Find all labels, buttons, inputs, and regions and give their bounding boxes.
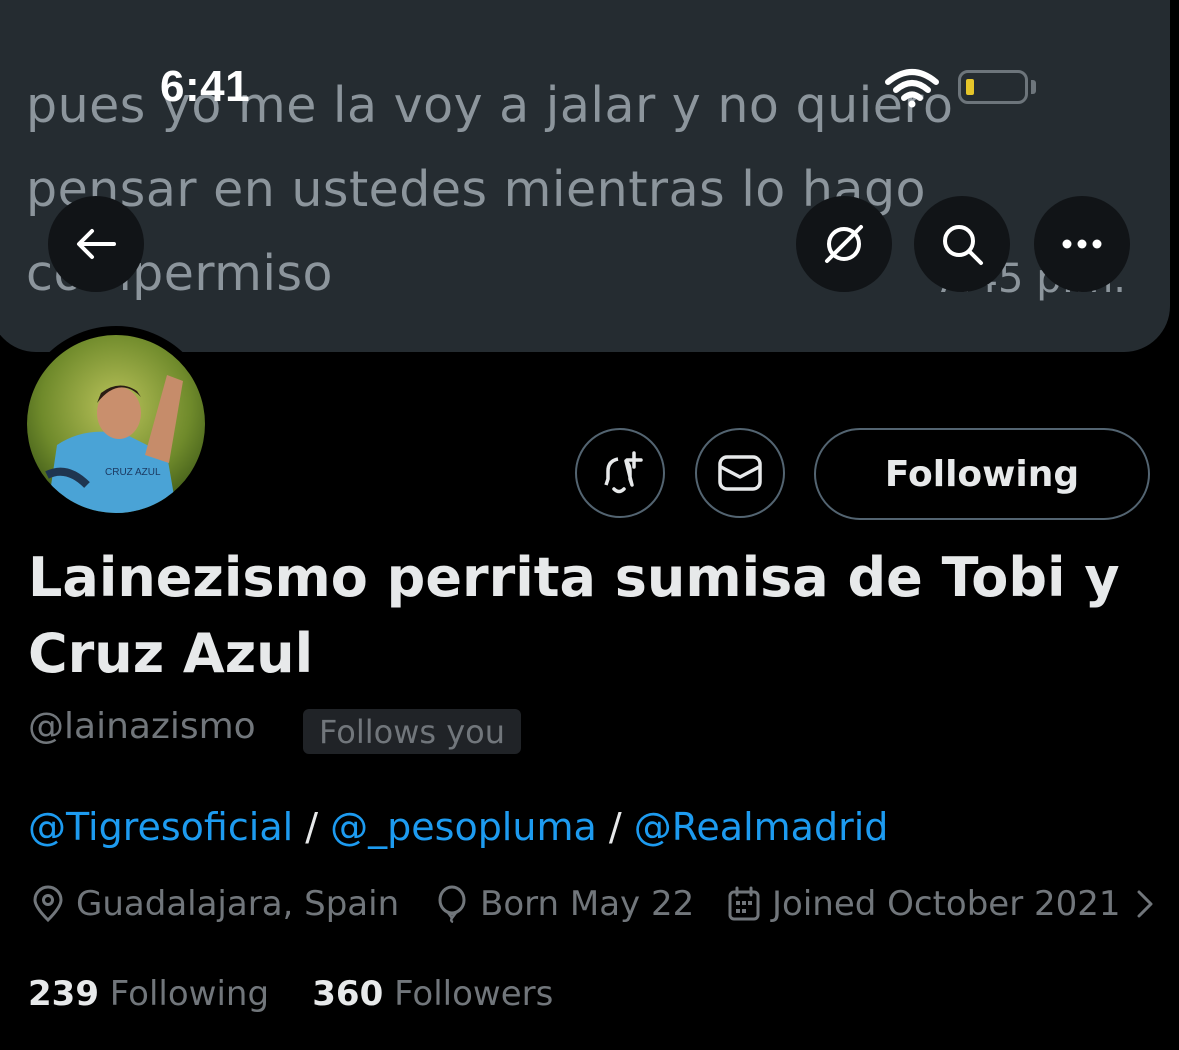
- search-icon: [943, 225, 983, 265]
- bio-mention-link[interactable]: @Tigresoficial: [28, 805, 293, 849]
- bell-plus-icon: [604, 451, 643, 494]
- bio-separator: /: [596, 805, 634, 849]
- location-item: Guadalajara, Spain: [30, 884, 399, 924]
- following-count: 239: [28, 974, 99, 1014]
- bio-mention-link[interactable]: @_pesopluma: [330, 805, 597, 849]
- chevron-right-icon: [1137, 890, 1153, 918]
- followers-count: 360: [312, 974, 384, 1014]
- profile-handle: @lainazismo: [28, 706, 256, 747]
- more-icon: [1062, 239, 1102, 249]
- joined-text: Joined October 2021: [772, 884, 1121, 924]
- grok-icon: [825, 225, 863, 263]
- following-stat[interactable]: 239 Following: [28, 974, 269, 1014]
- profile-name: Lainezismo perrita sumisa de Tobi y Cruz…: [28, 546, 1120, 685]
- back-button[interactable]: [48, 196, 144, 292]
- message-button[interactable]: [695, 428, 785, 518]
- search-button[interactable]: [914, 196, 1010, 292]
- avatar[interactable]: CRUZ AZUL: [27, 335, 205, 513]
- status-bar-time: 6:41: [160, 62, 251, 111]
- envelope-icon: [718, 455, 762, 491]
- battery-icon: [958, 70, 1028, 104]
- following-button[interactable]: Following: [814, 428, 1150, 520]
- arrow-left-icon: [77, 229, 116, 259]
- location-pin-icon: [33, 885, 63, 923]
- birthday-text: Born May 22: [480, 884, 695, 924]
- follows-you-badge: Follows you: [303, 709, 522, 754]
- followers-label: Followers: [394, 974, 554, 1014]
- notify-button[interactable]: [575, 428, 665, 518]
- follow-stats: 239 Following 360 Followers: [28, 974, 553, 1014]
- grok-button[interactable]: [796, 196, 892, 292]
- more-button[interactable]: [1034, 196, 1130, 292]
- bio-mention-link[interactable]: @Realmadrid: [634, 805, 889, 849]
- birthday-item: Born May 22: [434, 884, 694, 924]
- profile-banner[interactable]: pues yo me la voy a jalar y no quiero pe…: [0, 0, 1170, 352]
- profile-bio: @Tigresoficial / @_pesopluma / @Realmadr…: [28, 805, 888, 849]
- balloon-icon: [438, 885, 466, 923]
- followers-stat[interactable]: 360 Followers: [312, 974, 553, 1014]
- joined-item[interactable]: Joined October 2021: [726, 884, 1157, 924]
- avatar-photo: CRUZ AZUL: [27, 335, 205, 513]
- location-text: Guadalajara, Spain: [76, 884, 400, 924]
- battery-tip: [1031, 80, 1036, 94]
- bio-separator: /: [293, 805, 331, 849]
- following-label: Following: [109, 974, 270, 1014]
- wifi-icon: [885, 69, 939, 108]
- calendar-icon: [728, 886, 760, 921]
- svg-text:CRUZ AZUL: CRUZ AZUL: [105, 467, 161, 478]
